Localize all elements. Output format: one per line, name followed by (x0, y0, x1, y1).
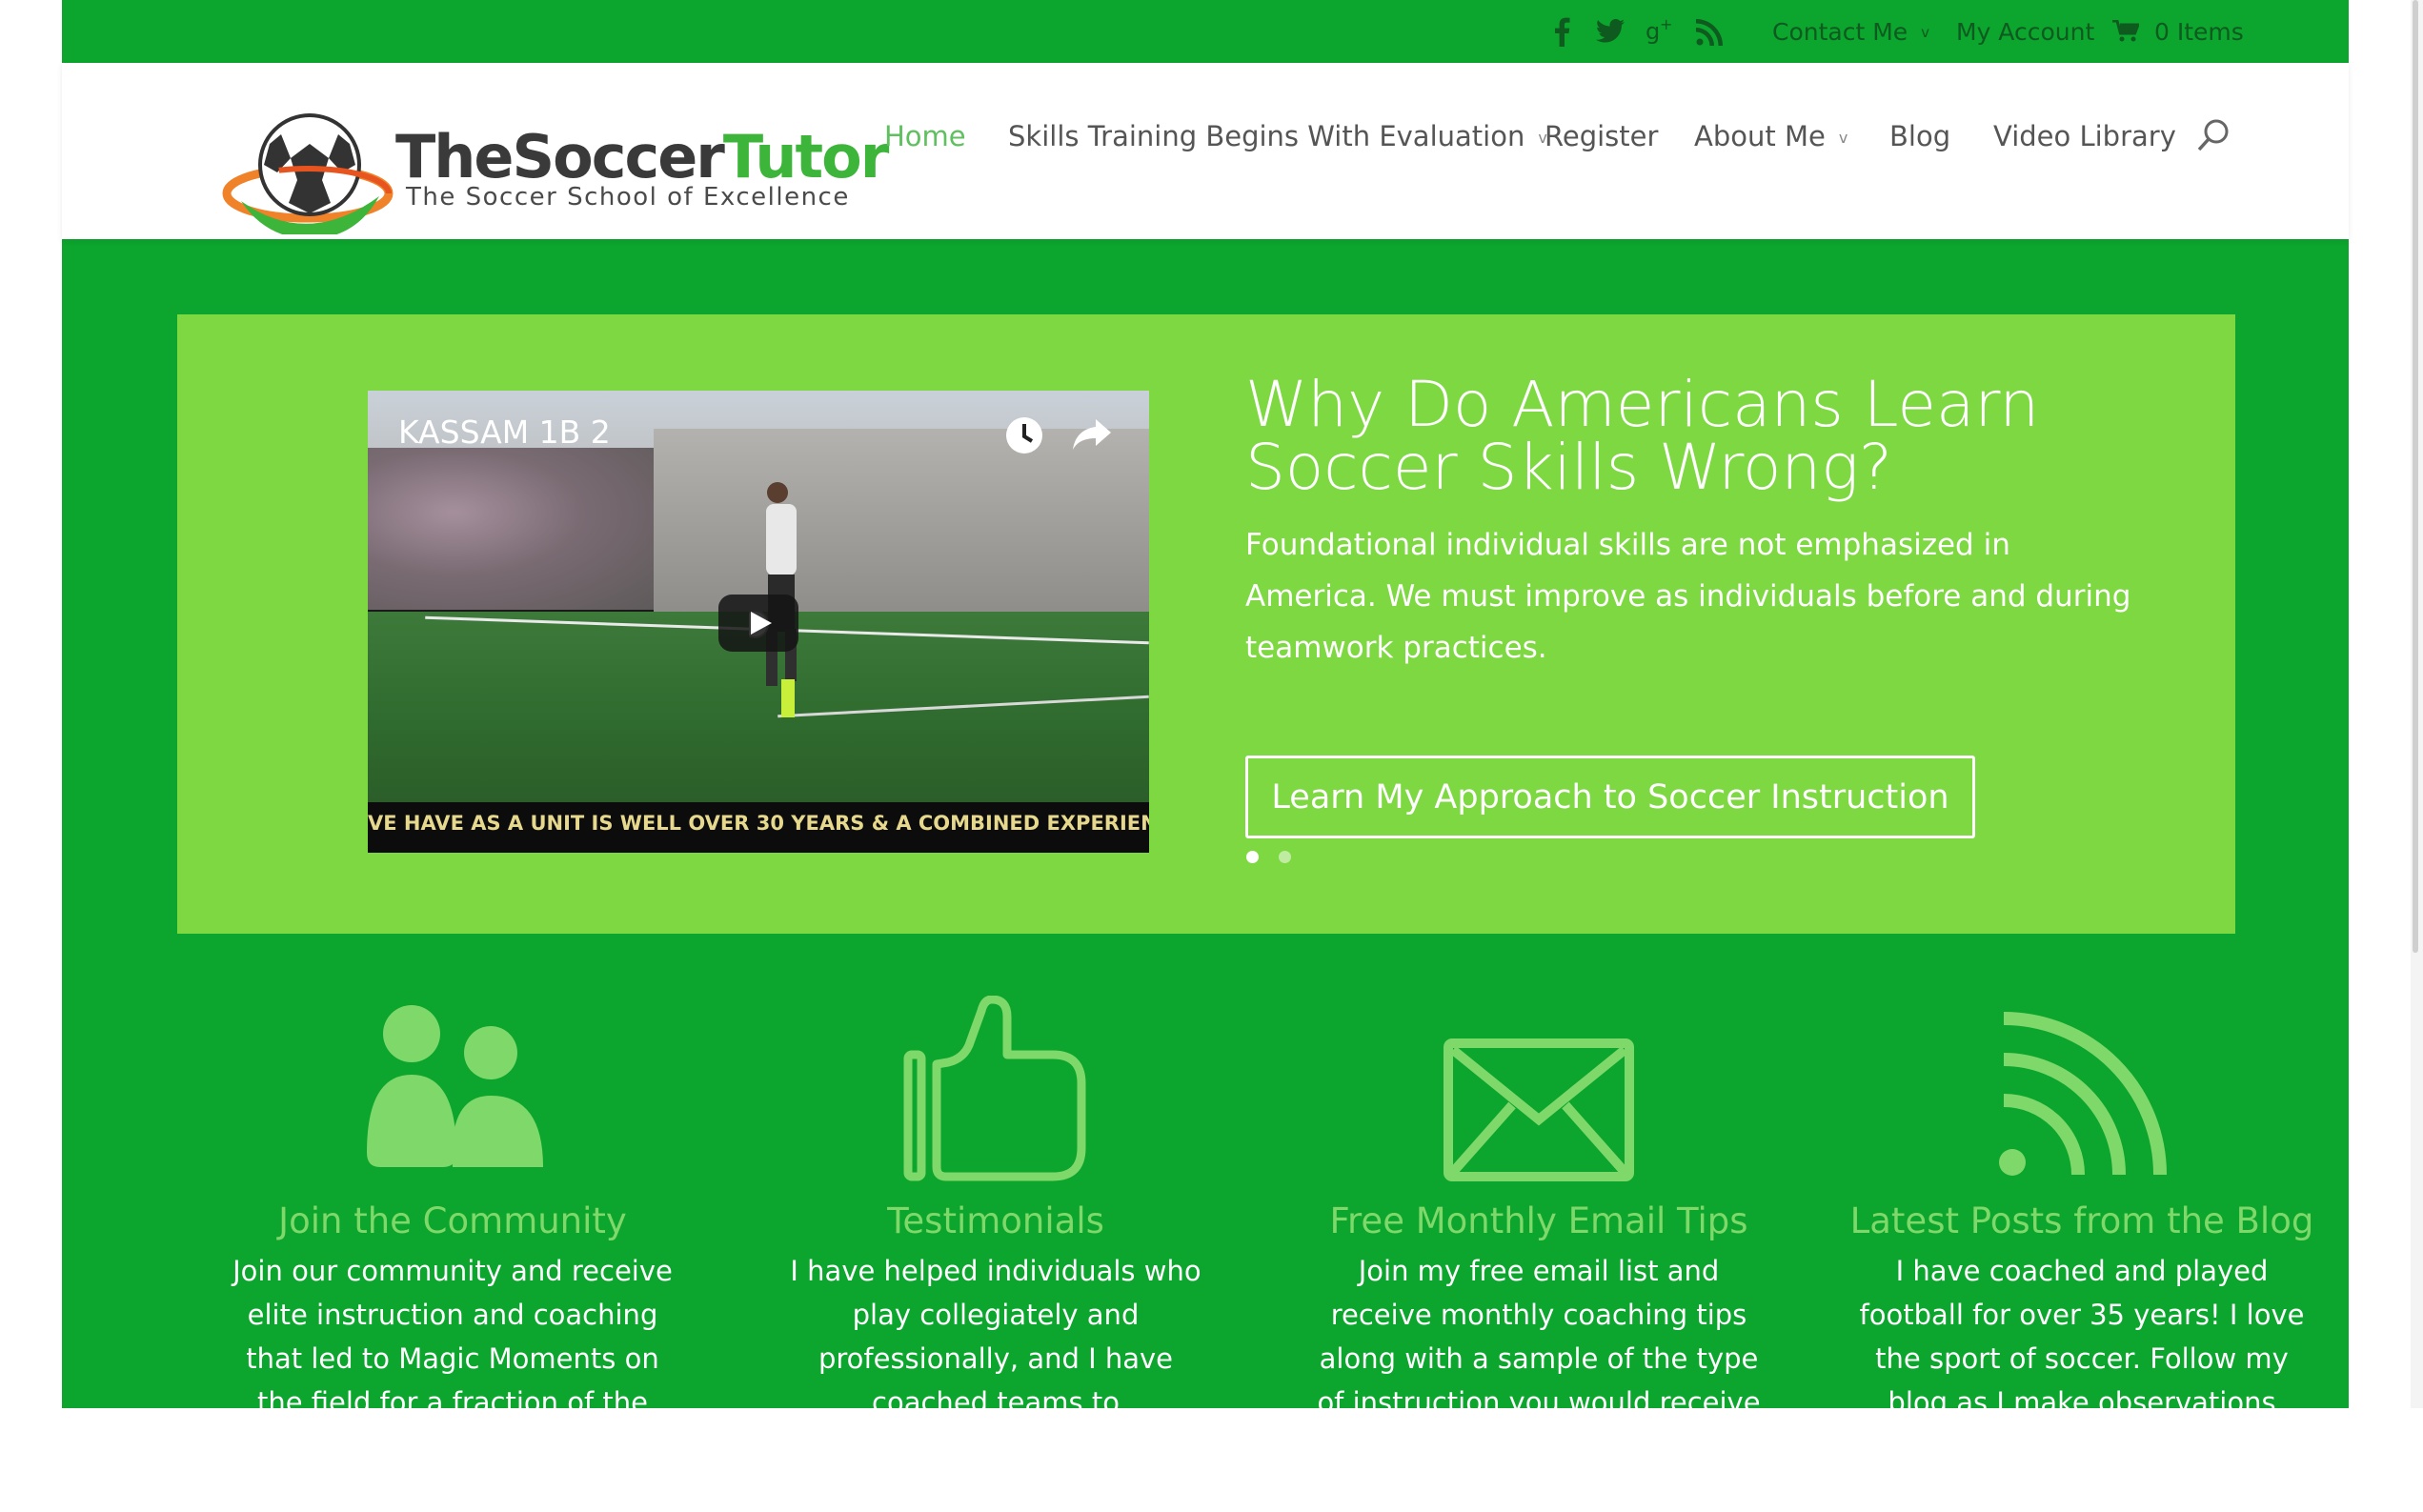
nav-skills-training[interactable]: Skills Training Begins With Evaluation v (1008, 120, 1547, 152)
feature-email-tips: Free Monthly Email Tips Join my free ema… (1267, 991, 1810, 1468)
feature-text: Join my free email list and receive mont… (1317, 1255, 1761, 1462)
slider-dot-2[interactable] (1279, 851, 1291, 863)
cart-icon (2112, 20, 2139, 42)
play-button[interactable] (718, 595, 798, 652)
cart-count: 0 Items (2154, 17, 2244, 46)
community-icon[interactable] (181, 991, 724, 1181)
slide-title: Why Do Americans Learn Soccer Skills Wro… (1245, 368, 2040, 504)
nav-video-library[interactable]: Video Library (1993, 120, 2176, 152)
share-icon[interactable] (1073, 419, 1111, 454)
learn-approach-button[interactable]: Learn My Approach to Soccer Instruction (1245, 756, 1975, 838)
feature-text: Join our community and receive elite ins… (232, 1255, 673, 1462)
watch-later-icon[interactable] (1004, 415, 1044, 459)
feature-text: I have coached and played football for o… (1859, 1255, 2305, 1462)
video-player[interactable]: VE HAVE AS A UNIT IS WELL OVER 30 YEARS … (368, 391, 1149, 853)
feature-title[interactable]: Free Monthly Email Tips (1267, 1200, 1810, 1241)
nav-blog[interactable]: Blog (1889, 120, 1950, 152)
video-title[interactable]: KASSAM 1B 2 (398, 413, 611, 451)
feature-title[interactable]: Join the Community (181, 1200, 724, 1241)
page-container: g + Contact Me v My Account 0 Items TheS… (62, 0, 2349, 1506)
my-account-link[interactable]: My Account (1956, 18, 2094, 46)
nav-about-label: About Me (1694, 120, 1826, 152)
search-icon[interactable] (2196, 118, 2231, 156)
thumbs-up-icon[interactable] (724, 991, 1267, 1181)
hero-slider: VE HAVE AS A UNIT IS WELL OVER 30 YEARS … (177, 314, 2235, 934)
feature-join-community: Join the Community Join our community an… (181, 991, 724, 1468)
feature-title[interactable]: Latest Posts from the Blog (1810, 1200, 2353, 1241)
scrollbar[interactable] (2411, 0, 2423, 1408)
site-header: TheSoccerTutor The Soccer School of Exce… (62, 63, 2349, 239)
feature-testimonials: Testimonials I have helped individuals w… (724, 991, 1267, 1512)
cart-link[interactable]: 0 Items (2112, 18, 2244, 46)
feature-text: I have helped individuals who play colle… (790, 1255, 1201, 1506)
nav-home[interactable]: Home (884, 120, 966, 152)
chevron-down-icon: v (1838, 129, 1848, 147)
slide-description: Foundational individual skills are not e… (1245, 528, 2131, 665)
video-subtitle: VE HAVE AS A UNIT IS WELL OVER 30 YEARS … (368, 812, 1149, 835)
scrollbar-thumb[interactable] (2413, 0, 2418, 953)
main-nav: Home Skills Training Begins With Evaluat… (62, 63, 2349, 239)
feature-latest-posts: Latest Posts from the Blog I have coache… (1810, 991, 2353, 1468)
chevron-down-icon: v (1921, 23, 1930, 41)
nav-register[interactable]: Register (1545, 120, 1658, 152)
envelope-icon[interactable] (1267, 991, 1810, 1181)
nav-skills-label: Skills Training Begins With Evaluation (1008, 120, 1525, 152)
slider-dot-1[interactable] (1246, 851, 1259, 863)
video-frame-wall (654, 429, 1149, 619)
top-bar: g + Contact Me v My Account 0 Items (62, 0, 2349, 63)
video-frame-trees (368, 448, 654, 610)
feature-title[interactable]: Testimonials (724, 1200, 1267, 1241)
rss-icon[interactable] (1810, 991, 2353, 1181)
nav-about-me[interactable]: About Me v (1694, 120, 1848, 152)
top-nav: Contact Me v My Account 0 Items (62, 0, 2349, 63)
contact-me-link[interactable]: Contact Me v (1772, 18, 1929, 46)
